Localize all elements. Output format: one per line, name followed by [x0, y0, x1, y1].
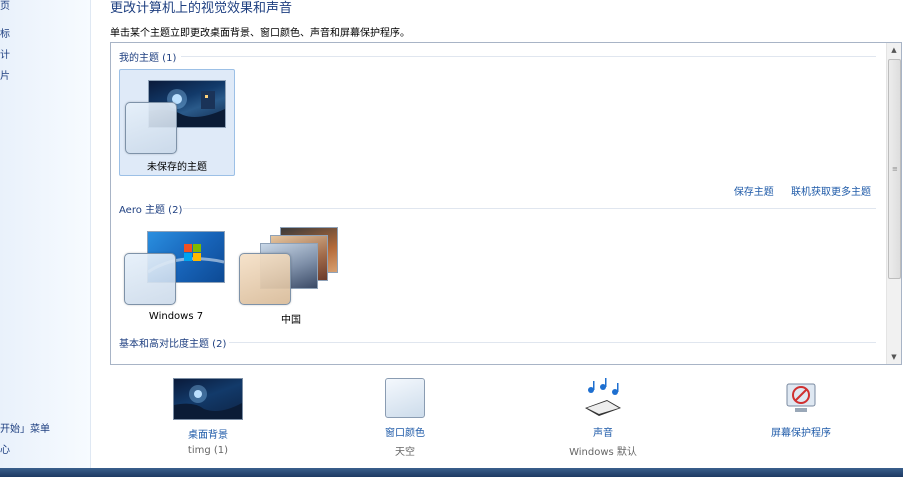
theme-links: 保存主题 联机获取更多主题: [720, 183, 871, 198]
theme-item-windows7[interactable]: Windows 7: [119, 221, 233, 326]
group-header-basic-themes[interactable]: 基本和高对比度主题 (2): [119, 335, 226, 350]
window-color-label[interactable]: 窗口颜色: [350, 424, 460, 439]
theme-list-panel[interactable]: 我的主题 (1) 未保存的主题 保存主题 联机获取更多主题 Aero 主题 (2…: [110, 42, 902, 365]
page-subtitle: 单击某个主题立即更改桌面背景、窗口颜色、声音和屏幕保护程序。: [110, 28, 410, 39]
left-nav-link-start-menu[interactable]: 开始」菜单: [0, 420, 50, 435]
window-glass-preview: [125, 102, 177, 154]
window-color-value: 天空: [395, 447, 415, 458]
sounds-value: Windows 默认: [569, 447, 637, 458]
desktop-background-setting[interactable]: 桌面背景 timg (1): [153, 378, 263, 456]
left-nav-link[interactable]: 计: [0, 46, 10, 61]
sounds-setting[interactable]: 声音 Windows 默认: [548, 378, 658, 458]
taskbar: [0, 468, 903, 477]
sounds-icon: [581, 378, 625, 418]
group-divider: [229, 342, 876, 343]
group-header-aero-themes[interactable]: Aero 主题 (2): [119, 201, 182, 216]
group-divider: [183, 208, 876, 209]
get-more-themes-link[interactable]: 联机获取更多主题: [791, 187, 871, 198]
left-nav-link[interactable]: 标: [0, 25, 10, 40]
scroll-up-arrow-icon[interactable]: ▲: [887, 43, 901, 57]
theme-item-china[interactable]: 中国: [234, 221, 348, 326]
screensaver-label[interactable]: 屏幕保护程序: [746, 424, 856, 439]
theme-label: Windows 7: [148, 311, 204, 322]
desktop-background-icon: [173, 378, 243, 420]
screensaver-icon: [781, 378, 821, 418]
vertical-scrollbar[interactable]: ▲ ≡ ▼: [886, 43, 901, 364]
scrollbar-grip-icon: ≡: [892, 165, 898, 173]
desktop-background-label[interactable]: 桌面背景: [153, 426, 263, 441]
window-glass-preview: [124, 253, 176, 305]
theme-label: 未保存的主题: [147, 162, 207, 173]
theme-item-unsaved[interactable]: 未保存的主题: [119, 69, 235, 176]
desktop-background-value: timg (1): [187, 445, 229, 456]
group-divider: [181, 56, 876, 57]
page-title: 更改计算机上的视觉效果和声音: [110, 1, 293, 16]
left-nav-link[interactable]: 页: [0, 0, 10, 12]
screensaver-monitor-icon: [786, 383, 816, 412]
theme-label: 中国: [281, 315, 301, 326]
left-nav-link[interactable]: 片: [0, 67, 10, 82]
scrollbar-thumb[interactable]: ≡: [888, 59, 901, 279]
window-color-setting[interactable]: 窗口颜色 天空: [350, 378, 460, 458]
left-nav-link[interactable]: 心: [0, 441, 10, 456]
window-color-icon: [385, 378, 425, 418]
night-scene-image: [174, 385, 242, 419]
save-theme-link[interactable]: 保存主题: [734, 187, 774, 198]
screensaver-setting[interactable]: 屏幕保护程序: [746, 378, 856, 439]
window-glass-preview: [239, 253, 291, 305]
music-keyboard-icon: [585, 378, 621, 416]
group-header-my-themes[interactable]: 我的主题 (1): [119, 49, 176, 64]
scroll-down-arrow-icon[interactable]: ▼: [887, 350, 901, 364]
left-navigation-pane: 页 标 计 片 开始」菜单 心: [0, 0, 91, 468]
sounds-label[interactable]: 声音: [548, 424, 658, 439]
